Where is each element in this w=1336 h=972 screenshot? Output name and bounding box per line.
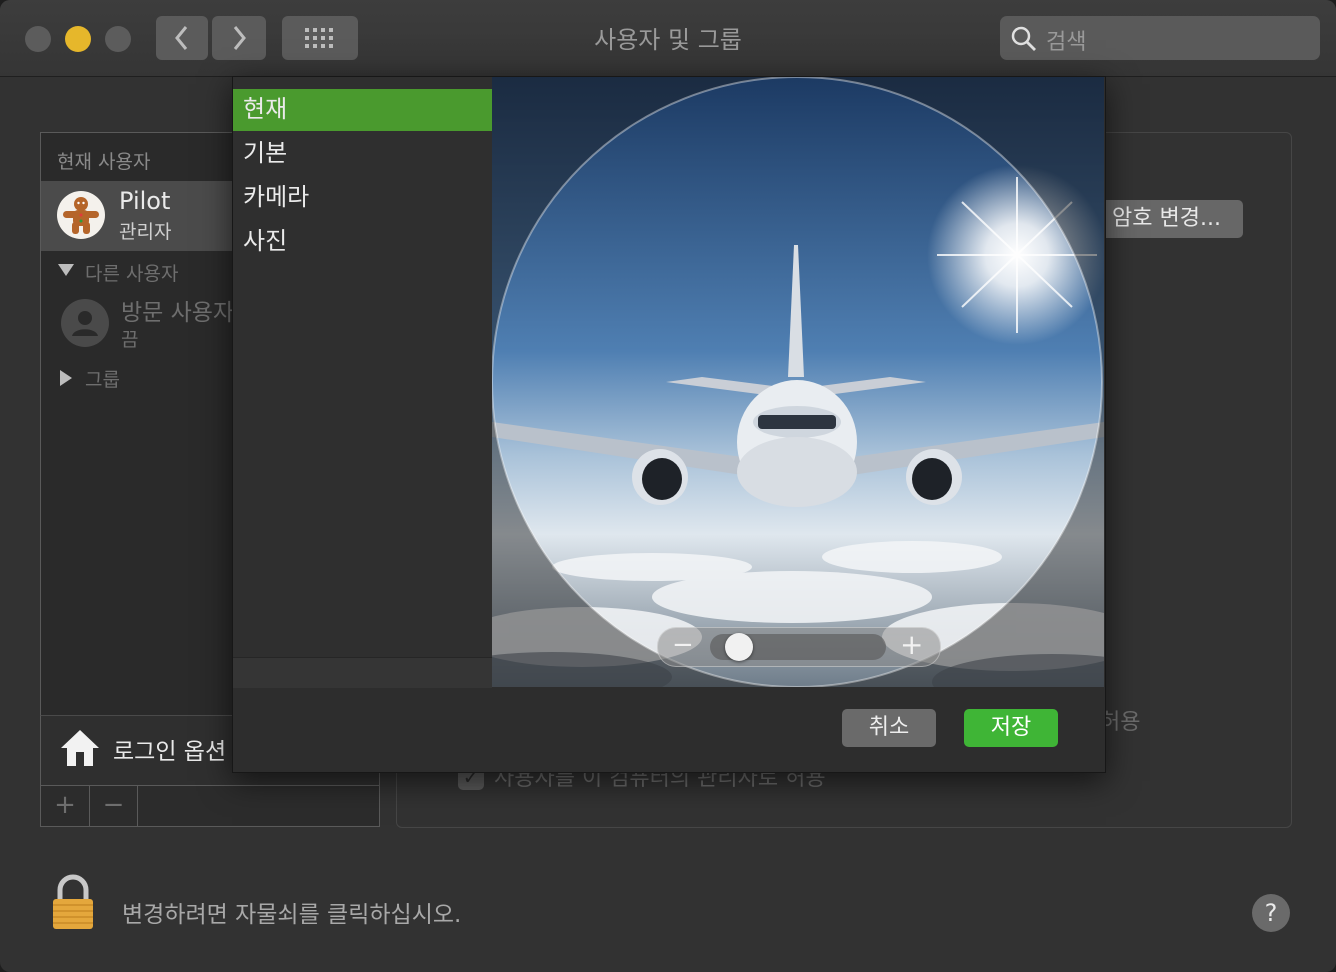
- login-options-label: 로그인 옵션: [113, 739, 227, 765]
- add-user-button[interactable]: +: [41, 786, 90, 826]
- lock-icon[interactable]: [50, 874, 96, 932]
- source-item-current[interactable]: 현재: [233, 89, 492, 131]
- person-icon: [72, 311, 98, 336]
- add-remove-bar: + −: [40, 785, 380, 827]
- zoom-thumb[interactable]: [724, 633, 753, 661]
- zoom-in-icon[interactable]: +: [900, 628, 923, 661]
- source-item-photos[interactable]: 사진: [233, 221, 492, 263]
- zoom-out-icon[interactable]: −: [672, 630, 694, 660]
- allow-text-fragment: 허용: [1100, 710, 1141, 735]
- title-bar: 사용자 및 그룹 검색: [0, 0, 1336, 77]
- lock-message: 변경하려면 자물쇠를 클릭하십시오.: [122, 902, 462, 928]
- guest-name: 방문 사용자: [121, 300, 235, 326]
- current-users-header: 현재 사용자: [57, 151, 151, 173]
- help-button[interactable]: ?: [1252, 894, 1290, 932]
- remove-user-button[interactable]: −: [90, 786, 138, 826]
- save-button[interactable]: 저장: [964, 709, 1058, 747]
- preferences-window: 사용자 및 그룹 검색 암호 변경... 허용 ✓ 사용자를 이 컴퓨터의 관리…: [0, 0, 1336, 972]
- picture-picker-sheet: 현재 기본 카메라 사진 − + 취소 저장: [232, 76, 1106, 773]
- gingerbread-icon: [63, 197, 99, 234]
- triangle-right-icon: [60, 370, 72, 386]
- source-list-footer: [233, 657, 492, 688]
- house-icon: [61, 730, 99, 766]
- picture-crop-area[interactable]: − +: [492, 77, 1104, 687]
- picture-source-list: 현재 기본 카메라 사진: [233, 77, 492, 688]
- guest-avatar: [61, 299, 109, 347]
- change-password-button[interactable]: 암호 변경...: [1090, 200, 1243, 238]
- source-item-camera[interactable]: 카메라: [233, 177, 492, 219]
- search-field[interactable]: 검색: [1000, 16, 1320, 60]
- avatar: [57, 191, 105, 239]
- user-name: Pilot: [119, 187, 171, 215]
- source-item-defaults[interactable]: 기본: [233, 133, 492, 175]
- other-users-header: 다른 사용자: [85, 263, 179, 285]
- search-icon: [1011, 26, 1036, 51]
- user-role: 관리자: [119, 221, 172, 243]
- zoom-slider[interactable]: − +: [657, 627, 941, 667]
- search-placeholder: 검색: [1046, 30, 1087, 55]
- airplane-photo: [492, 77, 1104, 687]
- guest-status: 끔: [121, 329, 139, 351]
- cancel-button[interactable]: 취소: [842, 709, 936, 747]
- triangle-down-icon: [58, 264, 74, 276]
- groups-label: 그룹: [85, 369, 120, 391]
